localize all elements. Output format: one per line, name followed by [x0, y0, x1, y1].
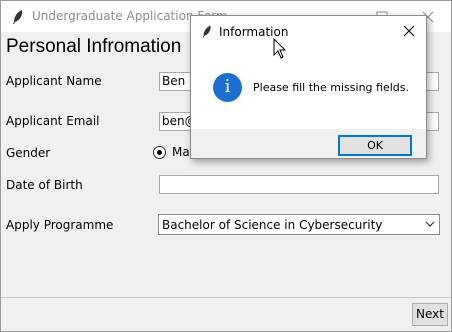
feather-icon	[13, 10, 23, 24]
mouse-cursor-icon	[273, 38, 287, 59]
radio-selected-icon[interactable]	[153, 146, 166, 159]
info-icon: i	[213, 73, 242, 102]
dialog-message: Please fill the missing fields.	[253, 81, 409, 94]
date-of-birth-input[interactable]	[159, 175, 439, 194]
dialog-close-icon[interactable]	[403, 25, 415, 37]
gender-radio-label: Ma	[172, 145, 190, 159]
apply-programme-label: Apply Programme	[6, 218, 114, 232]
chevron-down-icon[interactable]	[425, 221, 435, 228]
applicant-email-label: Applicant Email	[6, 114, 100, 128]
footer-divider	[1, 297, 451, 298]
applicant-name-label: Applicant Name	[6, 74, 102, 88]
ok-button[interactable]: OK	[338, 135, 412, 156]
programme-select[interactable]: Bachelor of Science in Cybersecurity	[158, 214, 440, 235]
date-of-birth-label: Date of Birth	[6, 178, 83, 192]
next-button[interactable]: Next	[412, 303, 448, 326]
feather-icon	[202, 25, 211, 38]
gender-label: Gender	[6, 146, 51, 160]
programme-selected-value: Bachelor of Science in Cybersecurity	[162, 218, 383, 232]
information-dialog: Information i Please fill the missing fi…	[190, 15, 427, 159]
page-title: Personal Infromation	[6, 36, 182, 57]
dialog-footer: OK	[191, 129, 426, 158]
dialog-title: Information	[219, 25, 289, 39]
